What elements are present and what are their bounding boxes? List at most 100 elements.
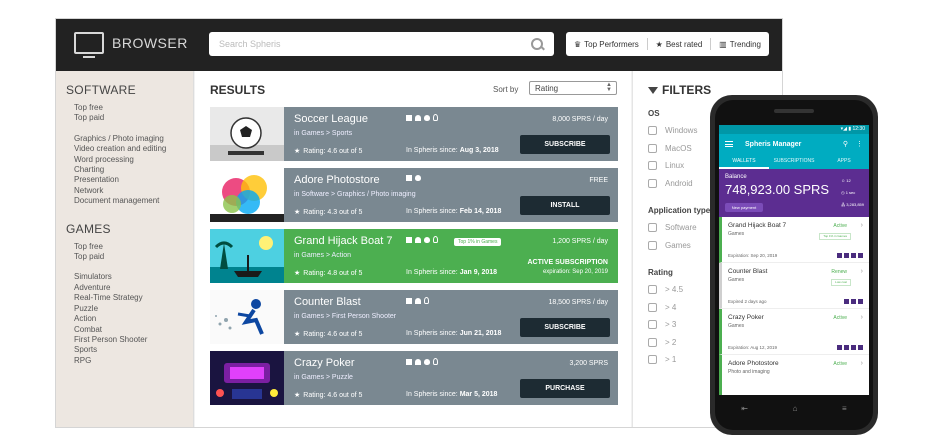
sidebar-item[interactable]: Simulators [66, 272, 193, 282]
sort-select[interactable]: Rating ▲ ▼ [529, 81, 617, 95]
search-input[interactable] [219, 39, 531, 49]
since-date: Mar 5, 2018 [459, 391, 498, 398]
sidebar-item[interactable]: First Person Shooter [66, 335, 193, 345]
rating-text: Rating: 4.6 out of 5 [303, 330, 363, 338]
platform-icons [406, 236, 438, 243]
tab-subscriptions[interactable]: SUBSCRIPTIONS [769, 154, 819, 169]
checkbox[interactable] [648, 355, 657, 365]
logo[interactable]: BROWSER [74, 32, 188, 58]
checkbox[interactable] [648, 178, 657, 188]
sidebar-item[interactable]: Video creation and editing [66, 144, 193, 154]
result-card[interactable]: Crazy Poker in Games > Puzzle ★ Rating: 4… [210, 351, 618, 405]
quicklink-label: Trending [729, 39, 761, 49]
filter-label: Linux [665, 161, 685, 171]
linux-icon [858, 299, 863, 304]
tab-wallets[interactable]: WALLETS [719, 154, 769, 169]
windows-icon [406, 114, 412, 121]
since-label: In Spheris since: [406, 391, 458, 398]
checkbox[interactable] [648, 285, 657, 295]
checkbox[interactable] [648, 161, 657, 171]
software-heading: SOFTWARE [66, 83, 136, 97]
trophy-icon: ♛ [573, 39, 582, 49]
android-icon [415, 297, 421, 304]
subscription-item[interactable]: Adore Photostore Photo and imaging Activ… [719, 355, 869, 395]
status-bar: ▾◢ ▮ 12:30 [719, 125, 869, 134]
search-icon[interactable] [531, 37, 544, 51]
sidebar-item[interactable]: Graphics / Photo imaging [66, 134, 193, 144]
sidebar-item[interactable]: Action [66, 314, 193, 324]
subscription-item[interactable]: Counter Blast Games Renew › Low cost Exp… [719, 263, 869, 309]
subscription-expiration: expiration: Sep 20, 2019 [542, 269, 608, 275]
subscription-item[interactable]: Grand Hijack Boat 7 Games Active › Top 1… [719, 217, 869, 263]
sidebar-item[interactable]: Top free [66, 242, 193, 252]
sidebar-item[interactable]: Puzzle [66, 304, 193, 314]
filter-label: Windows [665, 126, 698, 136]
app-name[interactable]: Crazy Poker [294, 357, 355, 369]
recents-icon[interactable]: ≡ [842, 404, 847, 413]
sidebar-item[interactable]: Combat [66, 325, 193, 335]
checkbox[interactable] [648, 223, 657, 233]
quicklink-label: Best rated [665, 39, 703, 49]
subscription-item[interactable]: Crazy Poker Games Active › Expiration: A… [719, 309, 869, 355]
since-label: In Spheris since: [406, 147, 458, 154]
app-name[interactable]: Soccer League [294, 113, 368, 125]
sidebar-item[interactable]: Top paid [66, 113, 193, 123]
checkbox[interactable] [648, 302, 657, 312]
app-name[interactable]: Counter Blast [294, 296, 361, 308]
subscribe-button[interactable]: SUBSCRIBE [520, 318, 610, 337]
linux-icon [858, 345, 863, 350]
sub-expiration: Expiration: Sep 20, 2019 [728, 253, 778, 258]
top-performers-link[interactable]: ♛ Top Performers [574, 40, 639, 49]
checkbox[interactable] [648, 337, 657, 347]
app-name[interactable]: Grand Hijack Boat 7 [294, 235, 392, 247]
purchase-button[interactable]: PURCHASE [520, 379, 610, 398]
sub-pill: Low cost [831, 279, 851, 286]
sidebar-item[interactable]: Word processing [66, 155, 193, 165]
new-payment-button[interactable]: New payment [725, 203, 763, 212]
windows-icon [406, 297, 412, 304]
app-price: 1,200 SPRS / day [552, 238, 608, 245]
platform-icons [406, 297, 429, 304]
best-rated-link[interactable]: ★ Best rated [656, 40, 703, 49]
app-rating: ★ Rating: 4.6 out of 5 [294, 391, 362, 400]
trending-link[interactable]: ▥ Trending [719, 40, 761, 49]
result-card[interactable]: Adore Photostore in Software > Graphics … [210, 168, 618, 222]
sidebar-item[interactable]: Top free [66, 103, 193, 113]
sidebar-item[interactable]: Real-Time Strategy [66, 293, 193, 303]
filter-label: > 4 [665, 302, 677, 312]
sidebar-item[interactable]: Adventure [66, 283, 193, 293]
sidebar-item[interactable]: Document management [66, 196, 193, 206]
home-icon[interactable]: ⌂ [793, 404, 798, 413]
checkbox[interactable] [648, 240, 657, 250]
sidebar-item[interactable]: Charting [66, 165, 193, 175]
apple-icon [424, 358, 430, 365]
checkbox[interactable] [648, 320, 657, 330]
top-badge: Top 1% in Games [454, 238, 502, 246]
install-button[interactable]: INSTALL [520, 196, 610, 215]
since-date: Jun 21, 2018 [459, 330, 502, 337]
more-icon[interactable]: ⋮ [856, 140, 863, 148]
subscribe-button[interactable]: SUBSCRIBE [520, 135, 610, 154]
since-date: Jan 9, 2018 [459, 269, 498, 276]
rating-text: Rating: 4.3 out of 5 [303, 208, 363, 216]
result-card[interactable]: Soccer League in Games > Sports ★ Rating:… [210, 107, 618, 161]
result-card[interactable]: Counter Blast in Games > First Person Sh… [210, 290, 618, 344]
sidebar-item[interactable]: RPG [66, 356, 193, 366]
sidebar-item[interactable]: Sports [66, 345, 193, 355]
filter-label: MacOS [665, 143, 692, 153]
checkbox[interactable] [648, 143, 657, 153]
app-name[interactable]: Adore Photostore [294, 174, 380, 186]
android-icon [844, 345, 849, 350]
sidebar-item[interactable]: Top paid [66, 252, 193, 262]
sidebar-item[interactable]: Network [66, 186, 193, 196]
stat-value: 3,283,859 [846, 202, 864, 207]
result-card[interactable]: Grand Hijack Boat 7 Top 1% in Games in G… [210, 229, 618, 283]
back-icon[interactable]: ⇤ [741, 404, 748, 413]
search-icon[interactable]: ⚲ [843, 140, 848, 148]
checkbox[interactable] [648, 126, 657, 136]
menu-icon[interactable] [725, 141, 733, 147]
star-icon: ★ [294, 392, 301, 399]
sidebar-item[interactable]: Presentation [66, 175, 193, 185]
tab-apps[interactable]: APPS [819, 154, 869, 169]
app-price: 18,500 SPRS / day [548, 299, 608, 306]
